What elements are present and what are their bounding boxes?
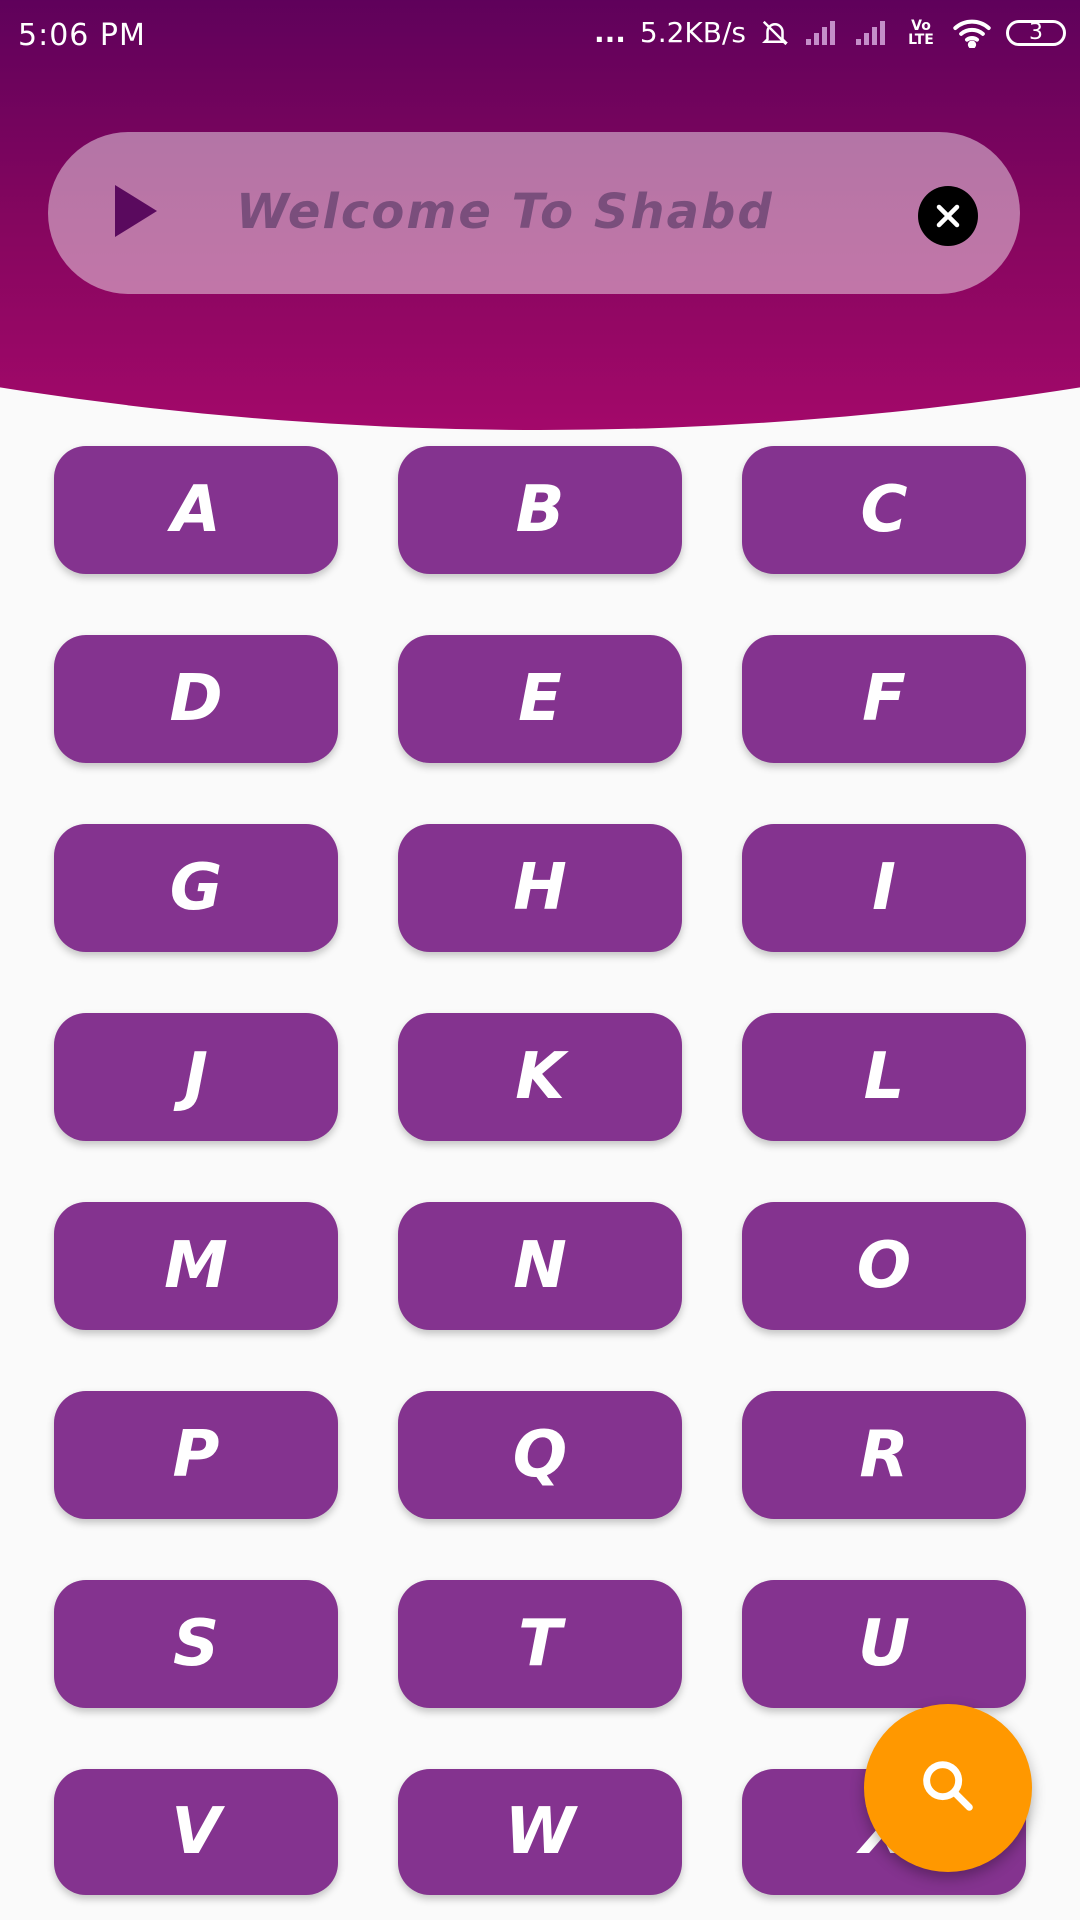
letter-button-v[interactable]: V	[54, 1769, 338, 1895]
status-icons: ... 5.2KB/s Vo LTE 3	[594, 16, 1066, 49]
letter-button-n[interactable]: N	[398, 1202, 682, 1330]
wifi-icon	[952, 18, 992, 48]
search-fab[interactable]	[864, 1704, 1032, 1872]
letter-button-c[interactable]: C	[742, 446, 1026, 574]
letter-button-t[interactable]: T	[398, 1580, 682, 1708]
letter-button-f[interactable]: F	[742, 635, 1026, 763]
header: 5:06 PM ... 5.2KB/s Vo LTE 3 Welcome To …	[0, 0, 1080, 440]
overflow-dots: ...	[593, 16, 626, 49]
signal-icon	[854, 19, 890, 47]
welcome-text: Welcome To Shabd	[236, 184, 774, 240]
letter-button-q[interactable]: Q	[398, 1391, 682, 1519]
letter-button-b[interactable]: B	[398, 446, 682, 574]
letter-button-s[interactable]: S	[54, 1580, 338, 1708]
search-icon	[916, 1754, 980, 1822]
letter-button-r[interactable]: R	[742, 1391, 1026, 1519]
play-icon[interactable]	[100, 176, 170, 246]
close-icon[interactable]	[918, 186, 978, 246]
letter-button-a[interactable]: A	[54, 446, 338, 574]
letter-button-h[interactable]: H	[398, 824, 682, 952]
letter-button-j[interactable]: J	[54, 1013, 338, 1141]
letter-button-i[interactable]: I	[742, 824, 1026, 952]
net-speed: 5.2KB/s	[639, 16, 746, 49]
letter-button-p[interactable]: P	[54, 1391, 338, 1519]
letter-button-g[interactable]: G	[54, 824, 338, 952]
bell-muted-icon	[760, 18, 790, 48]
battery-icon: 3	[1006, 19, 1066, 46]
letter-button-w[interactable]: W	[398, 1769, 682, 1895]
signal-empty-icon	[804, 19, 840, 47]
letter-button-k[interactable]: K	[398, 1013, 682, 1141]
letter-button-o[interactable]: O	[742, 1202, 1026, 1330]
status-bar: 5:06 PM ... 5.2KB/s Vo LTE 3	[0, 0, 1080, 72]
volte-icon: Vo LTE	[908, 17, 934, 48]
letter-button-l[interactable]: L	[742, 1013, 1026, 1141]
status-time: 5:06 PM	[18, 18, 146, 53]
letter-button-d[interactable]: D	[54, 635, 338, 763]
letter-button-u[interactable]: U	[742, 1580, 1026, 1708]
letter-button-e[interactable]: E	[398, 635, 682, 763]
letter-button-m[interactable]: M	[54, 1202, 338, 1330]
